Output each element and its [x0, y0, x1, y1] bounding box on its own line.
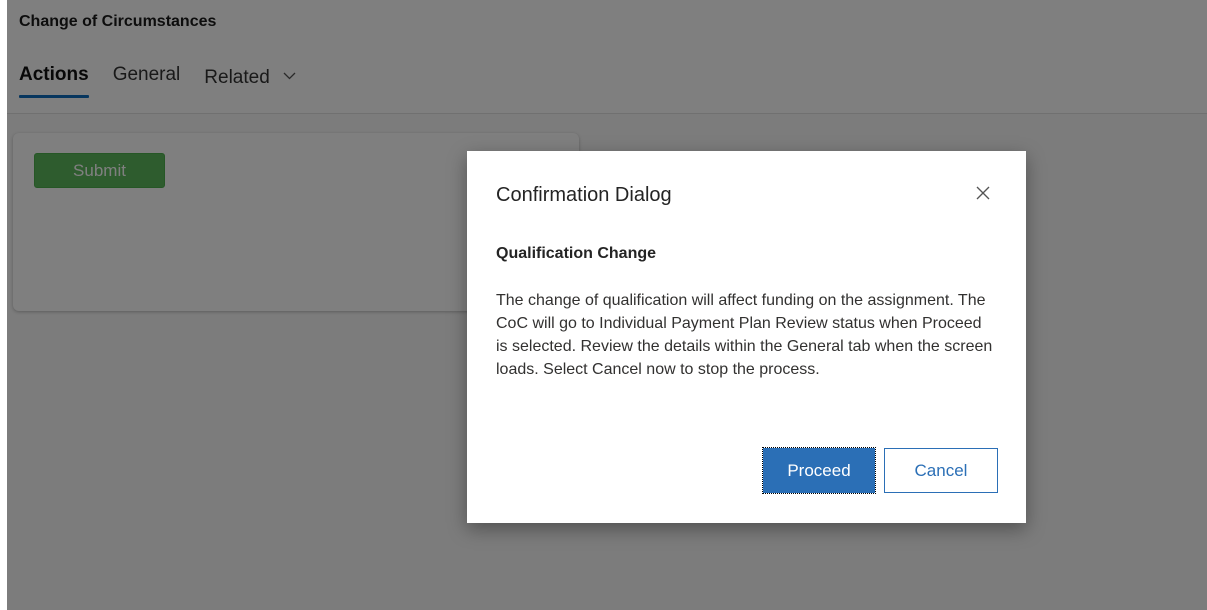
dialog-title: Confirmation Dialog: [496, 184, 672, 206]
close-icon: [971, 186, 995, 209]
dialog-subtitle: Qualification Change: [496, 245, 657, 262]
proceed-button[interactable]: Proceed: [762, 447, 876, 494]
page: Change of Circumstances Actions General …: [0, 0, 1207, 610]
cancel-button[interactable]: Cancel: [884, 448, 998, 493]
confirmation-dialog: Confirmation Dialog Qualification Change…: [467, 151, 1026, 523]
window-edge: [0, 0, 7, 610]
dialog-message: The change of qualification will affect …: [496, 292, 993, 378]
close-button[interactable]: [971, 181, 995, 205]
